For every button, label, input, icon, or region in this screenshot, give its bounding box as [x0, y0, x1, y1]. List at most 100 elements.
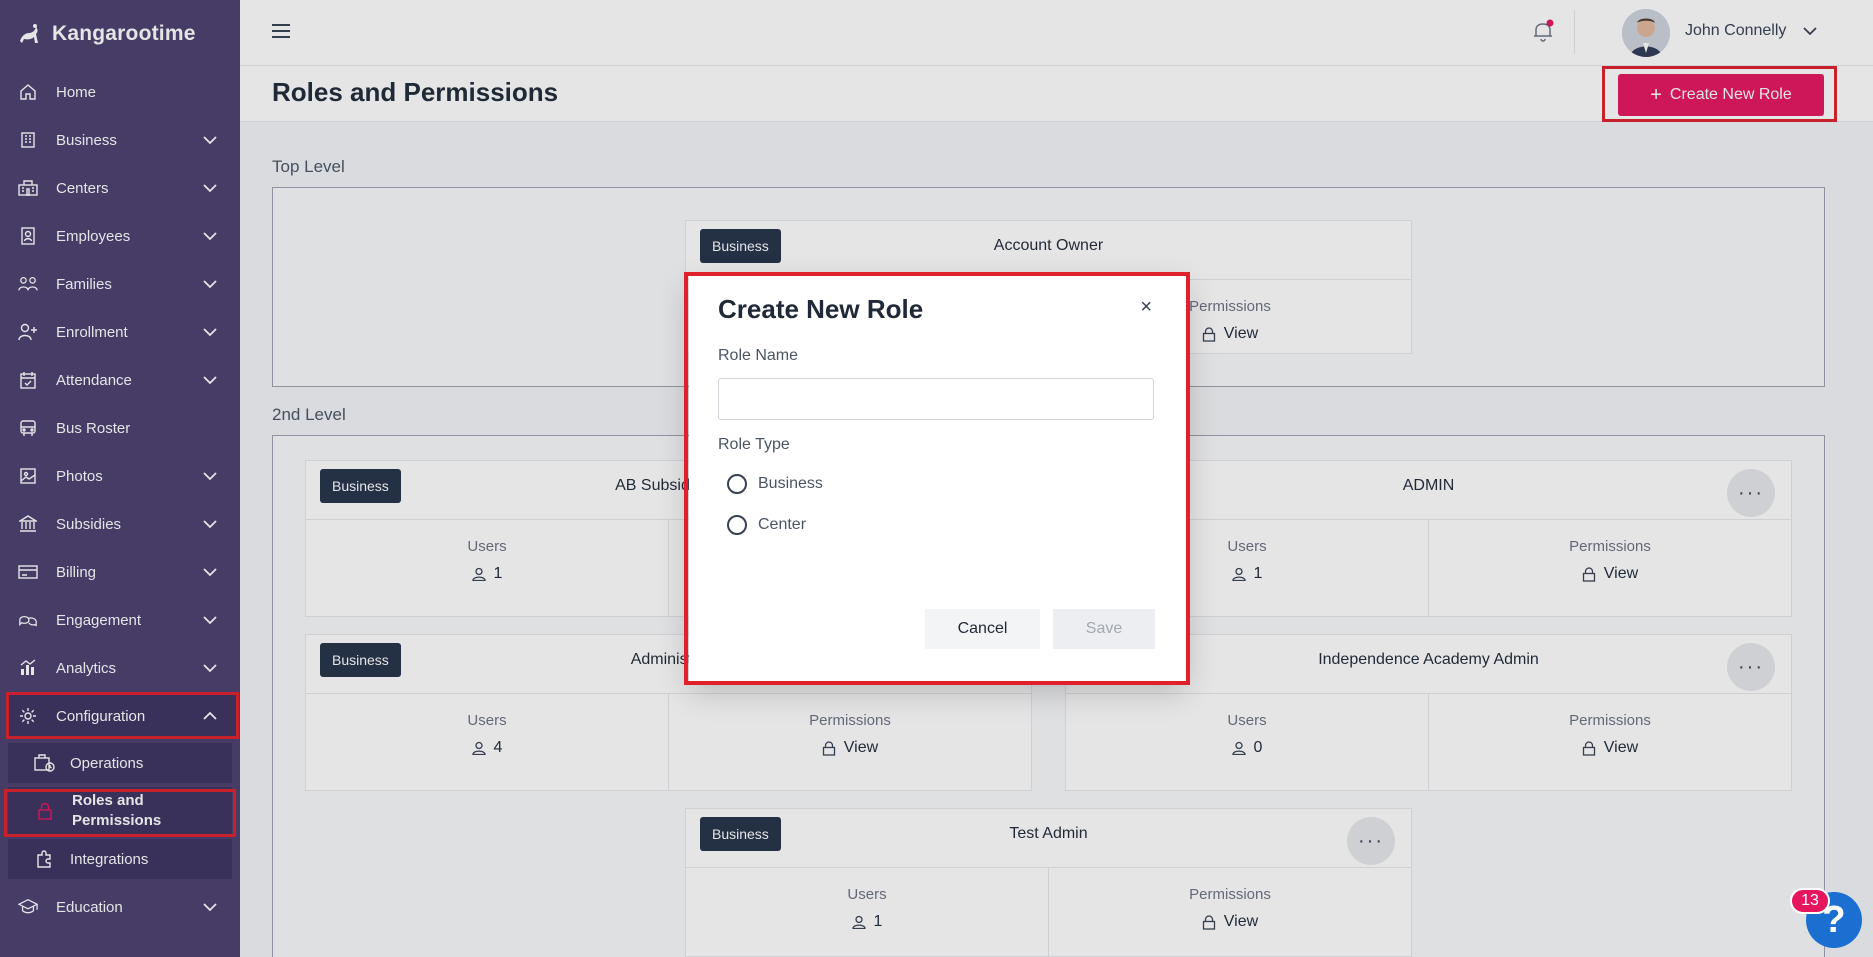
sidebar-item-label: Centers [56, 179, 109, 197]
permissions-view-link[interactable]: View [1049, 913, 1411, 931]
more-options-icon[interactable]: ··· [1727, 469, 1775, 517]
chevron-down-icon [203, 520, 217, 529]
sidebar-item-analytics[interactable]: Analytics [8, 646, 236, 690]
sidebar-item-attendance[interactable]: Attendance [8, 358, 236, 402]
chevron-down-icon [203, 136, 217, 145]
sidebar-item-label: Billing [56, 563, 97, 581]
sidebar-item-label: Home [56, 83, 97, 101]
users-stat: Users 4 [306, 694, 668, 790]
brand-name: Kangarootime [52, 22, 196, 45]
badge-icon [18, 226, 38, 246]
permissions-value: View [843, 739, 879, 756]
role-stats: Users 4 Permissions View [306, 693, 1031, 790]
permissions-value: View [1223, 913, 1259, 930]
top-level-label: Top Level [272, 157, 345, 176]
sidebar-item-billing[interactable]: Billing [8, 550, 236, 594]
hamburger-menu-icon[interactable] [270, 20, 292, 42]
users-value: 0 [1253, 739, 1263, 756]
sidebar-item-home[interactable]: Home [8, 70, 236, 114]
chevron-down-icon [203, 472, 217, 481]
second-level-label: 2nd Level [272, 405, 346, 424]
user-name[interactable]: John Connelly [1685, 22, 1786, 40]
permissions-stat[interactable]: Permissions View [668, 694, 1031, 790]
sidebar-item-centers[interactable]: Centers [8, 166, 236, 210]
users-label: Users [847, 886, 887, 903]
sidebar-item-label: Enrollment [56, 323, 128, 341]
sidebar-item-education[interactable]: Education [8, 885, 236, 929]
user-plus-icon [18, 322, 38, 342]
sidebar-subitem-operations[interactable]: Operations [8, 743, 232, 783]
users-label: Users [1227, 712, 1267, 729]
chevron-down-icon [203, 232, 217, 241]
sidebar-item-enrollment[interactable]: Enrollment [8, 310, 236, 354]
brand-logo[interactable]: Kangarootime [0, 0, 240, 68]
users-count: 1 [686, 913, 1048, 931]
sidebar-item-business[interactable]: Business [8, 118, 236, 162]
role-card-test-admin[interactable]: Business Test Admin ··· Users 1 Permissi… [685, 808, 1412, 957]
users-stat: Users 1 [306, 520, 668, 616]
permissions-stat[interactable]: Permissions View [1428, 520, 1791, 616]
sidebar-item-bus-roster[interactable]: Bus Roster [8, 406, 236, 450]
users-value: 1 [873, 913, 883, 930]
permissions-value: View [1603, 739, 1639, 756]
avatar[interactable] [1622, 9, 1670, 57]
more-options-icon[interactable]: ··· [1347, 817, 1395, 865]
permissions-value: View [1603, 565, 1639, 582]
users-count: 0 [1066, 739, 1428, 757]
image-icon [18, 466, 38, 486]
users-label: Users [467, 712, 507, 729]
operations-icon [34, 752, 56, 774]
topbar-divider [1574, 10, 1575, 54]
permissions-view-link[interactable]: View [669, 739, 1031, 757]
users-icon [18, 274, 38, 294]
permissions-label: Permissions [1569, 712, 1651, 729]
permissions-view-link[interactable]: View [1429, 565, 1791, 583]
configuration-highlight [6, 692, 239, 739]
modal-highlight [684, 272, 1190, 685]
chevron-down-icon [203, 376, 217, 385]
sidebar-item-employees[interactable]: Employees [8, 214, 236, 258]
sidebar-item-engagement[interactable]: Engagement [8, 598, 236, 642]
more-options-icon[interactable]: ··· [1727, 643, 1775, 691]
sidebar-item-subsidies[interactable]: Subsidies [8, 502, 236, 546]
sidebar-item-label: Attendance [56, 371, 132, 389]
sidebar-subitem-label: Operations [70, 754, 144, 772]
top-bar: John Connelly [240, 0, 1873, 66]
graduation-cap-icon [18, 897, 38, 917]
permissions-stat[interactable]: Permissions View [1428, 694, 1791, 790]
permissions-label: Permissions [1569, 538, 1651, 555]
user-icon [471, 741, 486, 755]
user-icon [851, 915, 866, 929]
chat-icon [18, 610, 38, 630]
user-icon [1231, 741, 1246, 755]
puzzle-icon [34, 848, 56, 870]
permissions-label: Permissions [1189, 886, 1271, 903]
chevron-down-icon [203, 616, 217, 625]
sidebar-item-label: Business [56, 131, 117, 149]
chevron-down-icon[interactable] [1802, 23, 1818, 39]
bell-icon[interactable] [1530, 18, 1556, 44]
kangaroo-icon [20, 24, 38, 43]
lock-icon [1202, 326, 1215, 342]
permissions-label: Permissions [809, 712, 891, 729]
sidebar-item-label: Subsidies [56, 515, 122, 533]
chevron-down-icon [203, 903, 217, 912]
permissions-stat[interactable]: Permissions View [1048, 868, 1411, 956]
users-stat: Users 0 [1066, 694, 1428, 790]
lock-icon [822, 740, 835, 756]
chevron-down-icon [203, 568, 217, 577]
sidebar-item-label: Bus Roster [56, 419, 131, 437]
calendar-check-icon [18, 370, 38, 390]
sidebar-item-label: Families [56, 275, 112, 293]
user-icon [1231, 567, 1246, 581]
permissions-view-link[interactable]: View [1429, 739, 1791, 757]
sidebar-subitem-integrations[interactable]: Integrations [8, 839, 232, 879]
sidebar-item-photos[interactable]: Photos [8, 454, 236, 498]
sidebar-item-label: Education [56, 898, 123, 916]
sidebar-item-label: Employees [56, 227, 131, 245]
help-notification-badge: 13 [1790, 888, 1830, 914]
roles-highlight [4, 789, 236, 837]
bus-icon [18, 418, 38, 438]
sidebar: Kangarootime Home Business Centers Emplo… [0, 0, 240, 957]
sidebar-item-families[interactable]: Families [8, 262, 236, 306]
